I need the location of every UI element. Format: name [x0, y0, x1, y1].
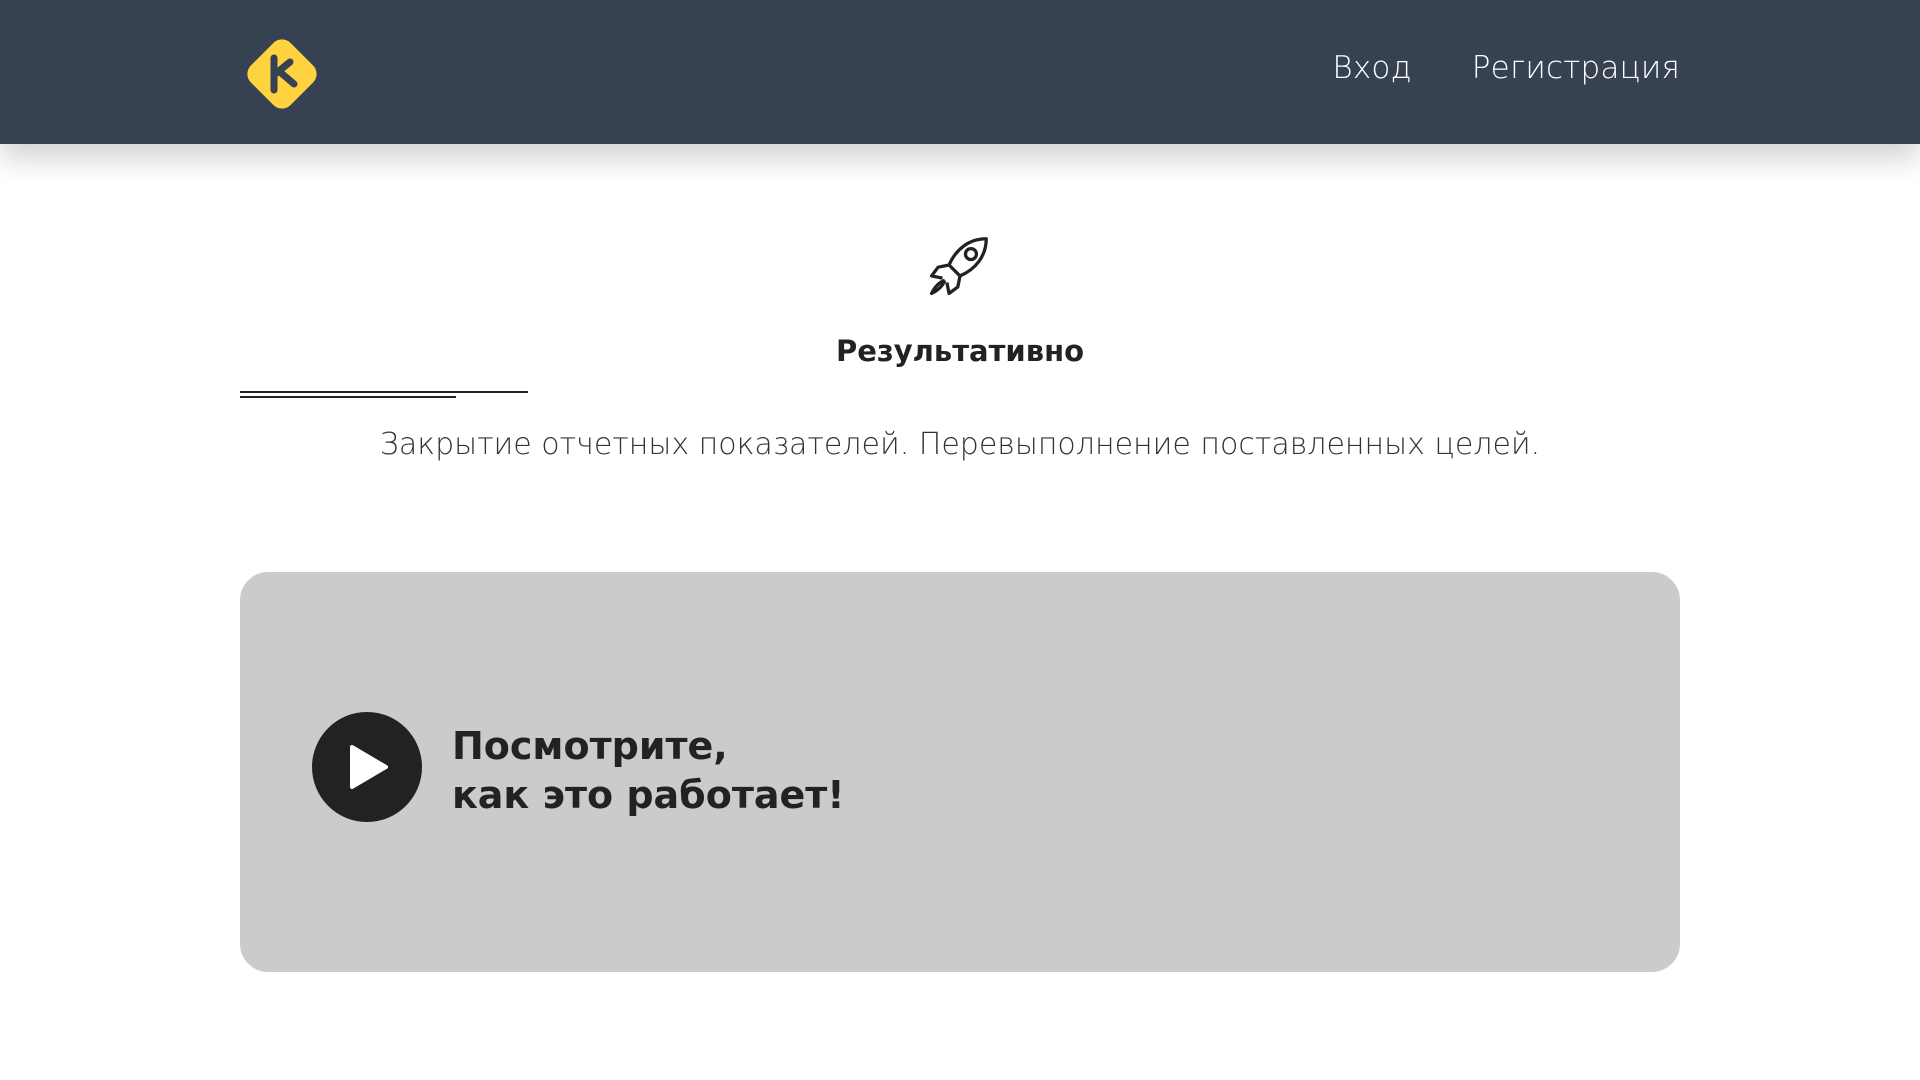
video-preview[interactable]: Посмотрите, как это работает!	[240, 572, 1680, 972]
video-caption: Посмотрите, как это работает!	[452, 722, 845, 820]
divider-line-short	[240, 396, 456, 398]
video-caption-line1: Посмотрите,	[452, 724, 728, 768]
divider-lines	[240, 389, 530, 399]
video-caption-line2: как это работает!	[452, 773, 845, 817]
feature-description: Закрытие отчетных показателей. Перевыпол…	[379, 427, 1541, 462]
k-diamond-logo[interactable]	[240, 32, 324, 116]
login-link[interactable]: Вход	[1332, 50, 1411, 86]
play-button[interactable]	[312, 712, 422, 822]
feature-block: Результативно	[240, 230, 1680, 368]
rocket-icon	[929, 237, 988, 296]
feature-title: Результативно	[835, 334, 1085, 368]
play-icon	[350, 745, 388, 789]
top-header: Вход Регистрация	[0, 0, 1920, 144]
register-link[interactable]: Регистрация	[1472, 50, 1680, 86]
header-nav: Вход Регистрация	[1332, 50, 1680, 86]
divider-line-long	[240, 391, 528, 393]
